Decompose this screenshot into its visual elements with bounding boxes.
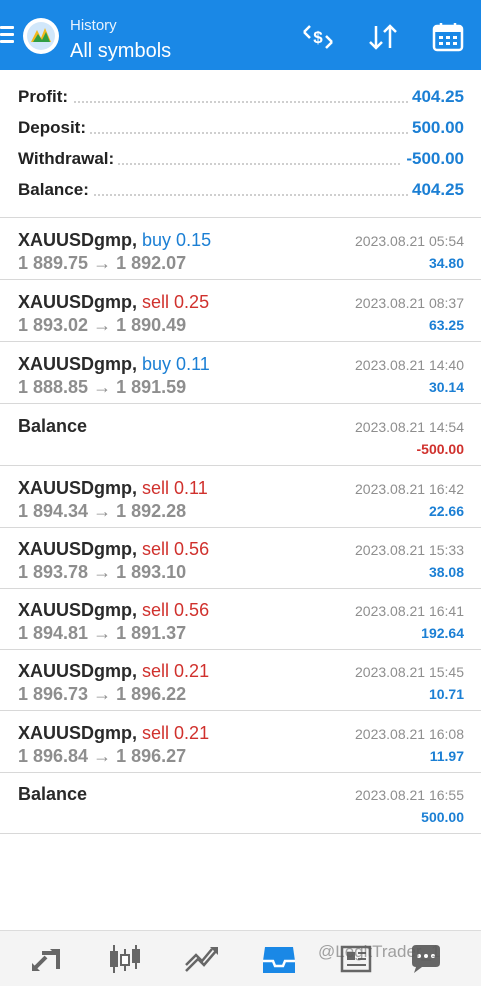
deal-symbol: XAUUSDgmp, — [18, 600, 138, 620]
deal-date: 2023.08.21 08:37 — [355, 295, 464, 311]
deal-profit: -500.00 — [416, 441, 464, 457]
summary-row-balance: Balance: 404.25 — [18, 176, 464, 204]
deal-row[interactable]: XAUUSDgmp, sell 0.56 1 894.81 → 1 891.37… — [0, 588, 481, 650]
summary-row-profit: Profit: 404.25 — [18, 83, 464, 111]
deal-date: 2023.08.21 14:54 — [355, 419, 464, 435]
deal-side: buy 0.11 — [142, 354, 210, 374]
header-subtitle: History — [70, 17, 117, 34]
deal-prices: 1 889.75 → 1 892.07 — [18, 253, 187, 273]
deal-date: 2023.08.21 16:42 — [355, 481, 464, 497]
deal-symbol: XAUUSDgmp, — [18, 723, 138, 743]
balance-row[interactable]: Balance 2023.08.21 16:55 500.00 — [0, 772, 481, 834]
currency-exchange-icon[interactable]: $ — [300, 22, 336, 52]
chart-icon[interactable] — [105, 941, 145, 977]
deal-profit: 11.97 — [429, 748, 464, 764]
deal-prices: 1 888.85 → 1 891.59 — [18, 377, 187, 397]
deal-date: 2023.08.21 14:40 — [355, 357, 464, 373]
svg-text:$: $ — [313, 28, 323, 47]
deal-date: 2023.08.21 16:41 — [355, 603, 464, 619]
deal-date: 2023.08.21 16:55 — [355, 787, 464, 803]
summary-label: Deposit: — [18, 118, 90, 138]
deal-side: buy 0.15 — [142, 230, 212, 250]
summary-row-deposit: Deposit: 500.00 — [18, 114, 464, 142]
deal-symbol: XAUUSDgmp, — [18, 478, 138, 498]
deal-side: sell 0.56 — [142, 600, 210, 620]
deal-symbol: Balance — [18, 784, 88, 804]
deal-date: 2023.08.21 16:08 — [355, 726, 464, 742]
menu-icon[interactable] — [0, 26, 14, 44]
summary-label: Profit: — [18, 87, 73, 107]
app-logo — [23, 18, 59, 54]
deal-prices: 1 894.81 → 1 891.37 — [18, 623, 187, 643]
deal-prices: 1 896.73 → 1 896.22 — [18, 684, 187, 704]
deal-profit: 30.14 — [428, 379, 464, 395]
deal-row[interactable]: XAUUSDgmp, sell 0.11 1 894.34 → 1 892.28… — [0, 466, 481, 528]
deal-side: sell 0.25 — [142, 292, 210, 312]
deal-prices: 1 893.02 → 1 890.49 — [18, 315, 187, 335]
deal-prices: 1 893.78 → 1 893.10 — [18, 562, 187, 582]
deal-side: sell 0.21 — [142, 723, 210, 743]
deal-row[interactable]: XAUUSDgmp, sell 0.21 1 896.73 → 1 896.22… — [0, 649, 481, 711]
deal-date: 2023.08.21 15:45 — [355, 664, 464, 680]
summary-value: 404.25 — [408, 180, 464, 200]
summary-value: -500.00 — [402, 149, 464, 169]
deal-symbol: XAUUSDgmp, — [18, 230, 138, 250]
summary-panel: Profit: 404.25 Deposit: 500.00 Withdrawa… — [0, 70, 481, 218]
trade-icon[interactable] — [182, 941, 222, 977]
summary-value: 500.00 — [408, 118, 464, 138]
deal-date: 2023.08.21 05:54 — [355, 233, 464, 249]
deal-profit: 10.71 — [428, 686, 464, 702]
deal-symbol: XAUUSDgmp, — [18, 354, 138, 374]
deal-row[interactable]: XAUUSDgmp, buy 0.15 1 889.75 → 1 892.07 … — [0, 218, 481, 280]
deal-date: 2023.08.21 15:33 — [355, 542, 464, 558]
deal-row[interactable]: XAUUSDgmp, sell 0.56 1 893.78 → 1 893.10… — [0, 527, 481, 589]
summary-label: Balance: — [18, 180, 93, 200]
header-title[interactable]: All symbols — [70, 40, 171, 63]
summary-value: 404.25 — [408, 87, 464, 107]
deal-prices: 1 894.34 → 1 892.28 — [18, 501, 187, 521]
deal-prices: 1 896.84 → 1 896.27 — [18, 746, 187, 766]
deal-profit: 192.64 — [421, 625, 464, 641]
deal-profit: 22.66 — [428, 503, 464, 519]
deal-row[interactable]: XAUUSDgmp, sell 0.25 1 893.02 → 1 890.49… — [0, 280, 481, 342]
deal-row[interactable]: XAUUSDgmp, buy 0.11 1 888.85 → 1 891.59 … — [0, 342, 481, 404]
deal-profit: 500.00 — [421, 809, 464, 825]
deal-side: sell 0.56 — [142, 539, 210, 559]
deal-symbol: XAUUSDgmp, — [18, 539, 138, 559]
deal-side: sell 0.11 — [142, 478, 208, 498]
deal-symbol: Balance — [18, 416, 88, 436]
deal-row[interactable]: XAUUSDgmp, sell 0.21 1 896.84 → 1 896.27… — [0, 711, 481, 773]
sort-icon[interactable] — [365, 22, 401, 52]
app-header: History All symbols $ — [0, 0, 481, 70]
watermark: @LegitTrader_1 — [318, 942, 441, 961]
quotes-icon[interactable] — [28, 941, 68, 977]
deal-symbol: XAUUSDgmp, — [18, 292, 138, 312]
deal-side: sell 0.21 — [142, 661, 210, 681]
deal-symbol: XAUUSDgmp, — [18, 661, 138, 681]
history-icon[interactable] — [259, 941, 299, 977]
summary-row-withdrawal: Withdrawal: -500.00 — [18, 145, 464, 173]
summary-label: Withdrawal: — [18, 149, 119, 169]
deal-profit: 63.25 — [428, 317, 464, 333]
deal-profit: 34.80 — [428, 255, 464, 271]
deal-profit: 38.08 — [428, 564, 464, 580]
balance-row[interactable]: Balance 2023.08.21 14:54 -500.00 — [0, 404, 481, 466]
calendar-icon[interactable] — [430, 22, 466, 52]
